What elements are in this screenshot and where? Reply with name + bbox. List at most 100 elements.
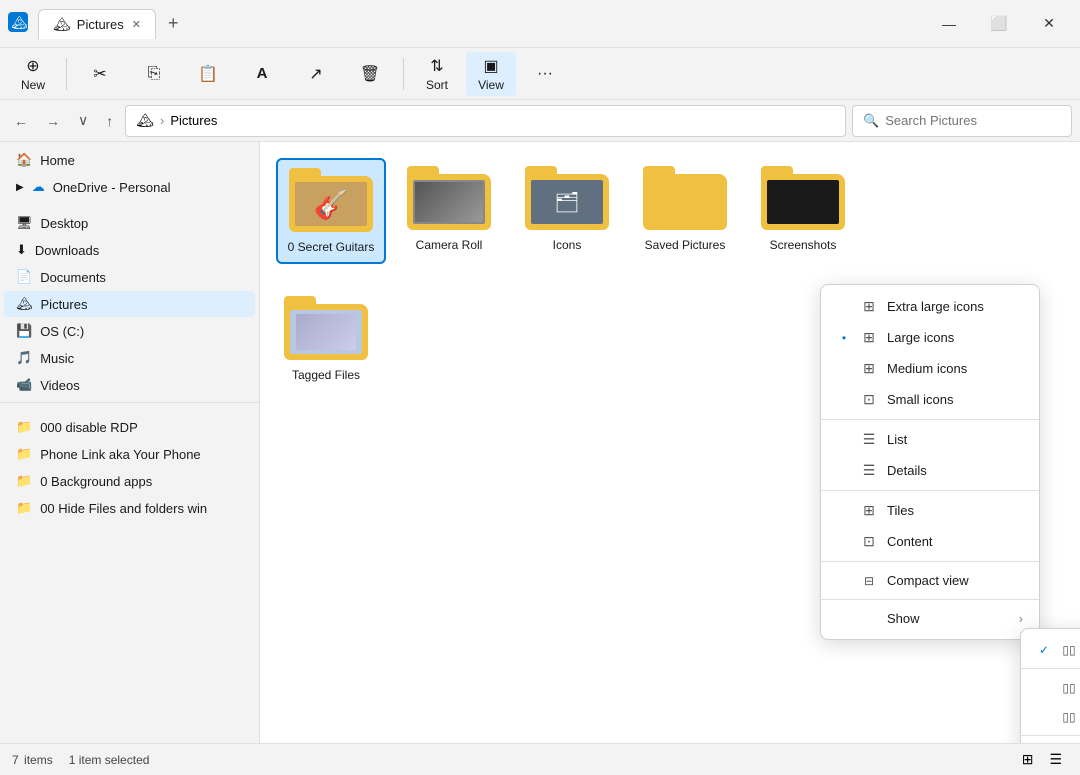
sidebar-item-rdp[interactable]: 📁 000 disable RDP <box>4 414 255 440</box>
selected-label: 1 item selected <box>69 753 150 767</box>
svg-text:🏔: 🏔 <box>11 15 28 30</box>
menu-label-extra-large-icons: Extra large icons <box>887 299 984 314</box>
new-tab-button[interactable]: + <box>160 13 187 34</box>
delete-button[interactable]: 🗑 <box>345 52 395 96</box>
file-name-screenshots: Screenshots <box>770 238 837 252</box>
paste-icon: 📋 <box>198 64 218 84</box>
paste-button[interactable]: 📋 <box>183 52 233 96</box>
pictures-icon: 🏔 <box>16 296 33 312</box>
sidebar: 🏠 Home ▶ ☁ OneDrive - Personal 🖥 Desktop… <box>0 142 260 743</box>
menu-item-content[interactable]: ⊡ Content <box>821 526 1039 557</box>
main-area: 🏠 Home ▶ ☁ OneDrive - Personal 🖥 Desktop… <box>0 142 1080 743</box>
rdp-icon: 📁 <box>16 419 32 435</box>
onedrive-icon: ☁ <box>32 179 45 195</box>
address-bar: ← → ∨ ↑ 🏔 › Pictures 🔍 <box>0 100 1080 142</box>
sidebar-item-bgapps[interactable]: 📁 0 Background apps <box>4 468 255 494</box>
view-toggles: ⊞ ☰ <box>1016 749 1068 770</box>
file-item-camera-roll[interactable]: Camera Roll <box>394 158 504 264</box>
copy-button[interactable]: ⎘ <box>129 52 179 96</box>
phonelink-icon: 📁 <box>16 446 32 462</box>
menu-item-list[interactable]: ☰ List <box>821 424 1039 455</box>
content-area: 🎸 0 Secret Guitars Camera Roll <box>260 142 1080 743</box>
menu-item-preview-pane[interactable]: ▯▯ Preview pane <box>1021 702 1080 731</box>
sidebar-item-onedrive[interactable]: ▶ ☁ OneDrive - Personal <box>4 174 255 200</box>
view-button[interactable]: ▣ View <box>466 52 516 96</box>
tab-pictures[interactable]: 🏔 Pictures ✕ <box>38 9 156 39</box>
file-item-secret-guitars[interactable]: 🎸 0 Secret Guitars <box>276 158 386 264</box>
file-name-tagged: Tagged Files <box>292 368 360 382</box>
menu-item-large-icons[interactable]: • ⊞ Large icons <box>821 322 1039 353</box>
list-view-toggle[interactable]: ☰ <box>1043 749 1068 770</box>
show-submenu: ✓ ▯▯ Navigation pane ▯▯ Details pane ▯▯ … <box>1020 628 1080 743</box>
sidebar-item-desktop[interactable]: 🖥 Desktop 📌 <box>4 210 255 236</box>
forward-button[interactable]: → <box>40 109 66 133</box>
menu-item-item-checkboxes[interactable]: ☐ Item check boxes <box>1021 740 1080 743</box>
large-icon: ⊞ <box>861 329 877 346</box>
delete-icon: 🗑 <box>360 64 380 84</box>
medium-icon: ⊞ <box>861 360 877 377</box>
sidebar-item-phonelink[interactable]: 📁 Phone Link aka Your Phone <box>4 441 255 467</box>
show-sep-1 <box>1021 668 1080 669</box>
more-button[interactable]: ··· <box>520 52 570 96</box>
menu-label-small-icons: Small icons <box>887 392 953 407</box>
sidebar-item-documents[interactable]: 📄 Documents 📌 <box>4 264 255 290</box>
sidebar-item-pictures[interactable]: 🏔 Pictures 📌 <box>4 291 255 317</box>
grid-view-toggle[interactable]: ⊞ <box>1016 749 1040 770</box>
menu-label-tiles: Tiles <box>887 503 914 518</box>
rename-button[interactable]: A <box>237 52 287 96</box>
sidebar-item-home[interactable]: 🏠 Home <box>4 147 255 173</box>
minimize-button[interactable]: — <box>926 8 972 40</box>
cut-button[interactable]: ✂ <box>75 52 125 96</box>
menu-sep-2 <box>821 490 1039 491</box>
maximize-button[interactable]: ⬜ <box>976 8 1022 40</box>
menu-item-medium-icons[interactable]: ⊞ Medium icons <box>821 353 1039 384</box>
sort-button[interactable]: ⇅ Sort <box>412 52 462 96</box>
breadcrumb-separator: › <box>160 113 164 128</box>
sidebar-item-downloads[interactable]: ⬇ Downloads 📌 <box>4 237 255 263</box>
menu-sep-3 <box>821 561 1039 562</box>
file-item-saved-pictures[interactable]: Saved Pictures <box>630 158 740 264</box>
content-icon: ⊡ <box>861 533 877 550</box>
menu-item-compact-view[interactable]: ⊟ Compact view <box>821 566 1039 595</box>
recent-button[interactable]: ∨ <box>72 108 94 133</box>
check-nav-pane: ✓ <box>1037 643 1051 657</box>
sidebar-label-home: Home <box>40 153 75 168</box>
sort-icon: ⇅ <box>430 56 443 76</box>
breadcrumb[interactable]: 🏔 › Pictures <box>125 105 846 137</box>
search-box[interactable]: 🔍 <box>852 105 1072 137</box>
menu-item-small-icons[interactable]: ⊡ Small icons <box>821 384 1039 415</box>
show-arrow-icon: › <box>1019 611 1023 626</box>
file-name-icons: Icons <box>553 238 582 252</box>
extra-large-icon: ⊞ <box>861 298 877 315</box>
back-button[interactable]: ← <box>8 109 34 133</box>
menu-item-details-pane[interactable]: ▯▯ Details pane <box>1021 673 1080 702</box>
file-item-tagged[interactable]: Tagged Files <box>276 288 376 390</box>
menu-item-show[interactable]: Show › <box>821 604 1039 633</box>
sidebar-item-osc[interactable]: 💾 OS (C:) 📌 <box>4 318 255 344</box>
new-button[interactable]: ⊕ New <box>8 52 58 96</box>
sidebar-item-videos[interactable]: 📹 Videos 📌 <box>4 372 255 398</box>
close-button[interactable]: ✕ <box>1026 8 1072 40</box>
file-thumb-tagged <box>284 296 368 364</box>
menu-item-extra-large-icons[interactable]: ⊞ Extra large icons <box>821 291 1039 322</box>
share-button[interactable]: ↗ <box>291 52 341 96</box>
onedrive-expand-icon: ▶ <box>16 182 24 193</box>
sidebar-label-hidefiles: 00 Hide Files and folders win <box>40 501 207 516</box>
osc-icon: 💾 <box>16 323 32 339</box>
up-button[interactable]: ↑ <box>100 109 119 133</box>
file-item-icons[interactable]: 🗂 Icons <box>512 158 622 264</box>
menu-sep-1 <box>821 419 1039 420</box>
menu-item-nav-pane[interactable]: ✓ ▯▯ Navigation pane <box>1021 635 1080 664</box>
sidebar-item-hidefiles[interactable]: 📁 00 Hide Files and folders win <box>4 495 255 521</box>
menu-label-content: Content <box>887 534 933 549</box>
menu-item-details[interactable]: ☰ Details <box>821 455 1039 486</box>
file-item-screenshots[interactable]: Screenshots <box>748 158 858 264</box>
menu-label-list: List <box>887 432 907 447</box>
file-name-secret-guitars: 0 Secret Guitars <box>288 240 375 254</box>
search-icon: 🔍 <box>863 113 879 129</box>
search-input[interactable] <box>885 113 1061 128</box>
sidebar-item-music[interactable]: 🎵 Music 📌 <box>4 345 255 371</box>
menu-item-tiles[interactable]: ⊞ Tiles <box>821 495 1039 526</box>
tab-close-button[interactable]: ✕ <box>132 18 141 31</box>
sidebar-label-music: Music <box>40 351 74 366</box>
